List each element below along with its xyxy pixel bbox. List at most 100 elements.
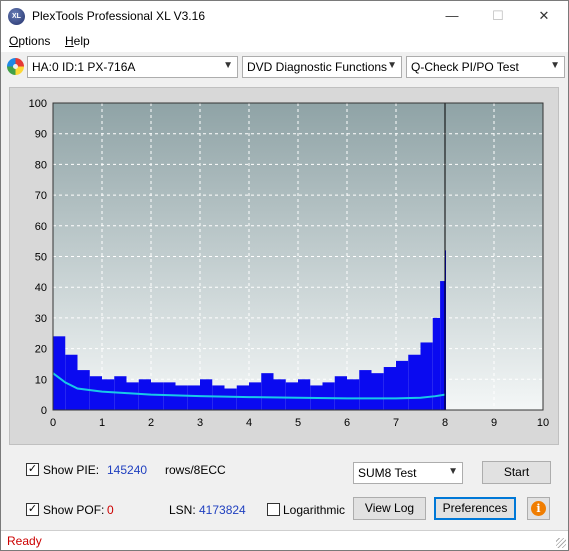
x-tick-label: 5 (295, 417, 301, 429)
y-tick-label: 80 (35, 159, 47, 171)
pie-bar (187, 385, 200, 410)
x-tick-label: 3 (197, 417, 203, 429)
show-pof-label: Show POF: (43, 503, 105, 517)
drive-select[interactable]: HA:0 ID:1 PX-716A ▼ (27, 56, 238, 78)
window-title: PlexTools Professional XL V3.16 (32, 9, 205, 23)
pie-bar (212, 385, 225, 410)
plextools-logo-icon: XL (8, 8, 25, 25)
stats-panel: ✓ Show PIE: 145240 rows/8ECC ✓ Show POF:… (9, 451, 559, 526)
function-select[interactable]: DVD Diagnostic Functions ▼ (242, 56, 402, 78)
title-bar: XL PlexTools Professional XL V3.16 — ☐ ✕ (1, 1, 568, 31)
menu-help-label: elp (73, 34, 90, 48)
y-axis: 0 10 20 30 40 50 60 70 80 90 100 (29, 98, 47, 417)
lsn-value: 4173824 (199, 503, 246, 517)
pie-bar (420, 342, 433, 410)
chevron-down-icon: ▼ (550, 60, 560, 71)
pie-bar (175, 385, 188, 410)
view-log-button[interactable]: View Log (353, 497, 426, 520)
y-tick-label: 100 (29, 98, 47, 110)
pie-bar (151, 382, 164, 410)
x-tick-label: 6 (344, 417, 350, 429)
menu-help[interactable]: Help (65, 34, 90, 48)
pie-bar (396, 360, 409, 410)
pie-bar (334, 376, 347, 410)
menu-help-accel: H (65, 34, 74, 48)
y-tick-label: 40 (35, 282, 47, 294)
checkmark-icon: ✓ (27, 463, 38, 475)
info-icon: i (531, 501, 546, 516)
pie-value: 145240 (107, 463, 148, 477)
pie-unit: rows/8ECC (165, 463, 226, 477)
pie-bar (53, 336, 66, 410)
x-tick-label: 10 (537, 417, 549, 429)
pie-bar (408, 354, 421, 410)
preferences-button[interactable]: Preferences (434, 497, 516, 520)
toolbar: HA:0 ID:1 PX-716A ▼ DVD Diagnostic Funct… (1, 52, 568, 82)
chevron-down-icon: ▼ (223, 60, 233, 71)
info-button[interactable]: i (527, 497, 550, 520)
pie-bar (383, 367, 396, 410)
pie-bar (89, 376, 102, 410)
pie-bar (224, 388, 237, 410)
pie-bar (371, 373, 384, 410)
x-tick-label: 9 (491, 417, 497, 429)
disc-drive-icon (7, 58, 24, 75)
pof-value: 0 (107, 503, 114, 517)
pie-bar (298, 379, 311, 410)
y-tick-label: 50 (35, 252, 47, 264)
menu-options[interactable]: Options (9, 34, 50, 48)
test-mode-value: SUM8 Test (358, 466, 417, 480)
pie-bar (102, 379, 115, 410)
pie-bar (359, 370, 372, 410)
status-bar: Ready (1, 530, 568, 550)
y-tick-label: 70 (35, 190, 47, 202)
menu-options-label: ptions (18, 34, 51, 48)
x-tick-label: 8 (442, 417, 448, 429)
y-tick-label: 10 (35, 374, 47, 386)
drive-select-value: HA:0 ID:1 PX-716A (32, 60, 136, 74)
lsn-label: LSN: (169, 503, 196, 517)
pie-bar (440, 281, 445, 410)
minimize-button[interactable]: — (429, 1, 475, 31)
menu-options-accel: O (9, 34, 19, 48)
pie-bar (200, 379, 213, 410)
close-button[interactable]: ✕ (521, 1, 567, 31)
chevron-down-icon: ▼ (387, 60, 397, 71)
x-tick-label: 0 (50, 417, 56, 429)
function-select-value: DVD Diagnostic Functions (247, 60, 388, 74)
logarithmic-label: Logarithmic (283, 503, 346, 517)
show-pie-label: Show PIE: (43, 463, 100, 477)
pie-bar (126, 382, 139, 410)
test-select[interactable]: Q-Check PI/PO Test ▼ (406, 56, 565, 78)
x-tick-label: 1 (99, 417, 105, 429)
chevron-down-icon: ▼ (448, 466, 458, 477)
test-mode-select[interactable]: SUM8 Test ▼ (353, 462, 463, 484)
y-tick-label: 90 (35, 129, 47, 141)
x-tick-label: 2 (148, 417, 154, 429)
pie-chart-svg: 0 1 2 3 4 5 6 7 8 9 10 0 10 20 30 40 50 60 70 80 90 100 (29, 98, 549, 429)
pie-bar (347, 379, 360, 410)
pie-bar (273, 379, 286, 410)
menu-bar: Options Help (1, 31, 568, 52)
logarithmic-checkbox[interactable] (267, 503, 280, 516)
y-tick-label: 60 (35, 221, 47, 233)
chart-panel: 0 1 2 3 4 5 6 7 8 9 10 0 10 20 30 40 50 60 70 80 90 100 (9, 87, 559, 445)
start-button[interactable]: Start (482, 461, 551, 484)
y-tick-label: 20 (35, 344, 47, 356)
show-pie-checkbox[interactable]: ✓ (26, 463, 39, 476)
checkmark-icon: ✓ (27, 503, 38, 515)
y-tick-label: 0 (41, 405, 47, 417)
test-select-value: Q-Check PI/PO Test (411, 60, 519, 74)
maximize-button[interactable]: ☐ (475, 1, 521, 31)
pie-bar (261, 373, 274, 410)
show-pof-checkbox[interactable]: ✓ (26, 503, 39, 516)
status-text: Ready (7, 534, 42, 548)
x-tick-label: 7 (393, 417, 399, 429)
y-tick-label: 30 (35, 313, 47, 325)
x-tick-label: 4 (246, 417, 252, 429)
app-window: XL PlexTools Professional XL V3.16 — ☐ ✕… (0, 0, 569, 551)
resize-grip-icon[interactable] (556, 538, 566, 548)
pie-bar (322, 382, 335, 410)
pie-bar (285, 382, 298, 410)
x-axis: 0 1 2 3 4 5 6 7 8 9 10 (50, 417, 549, 429)
